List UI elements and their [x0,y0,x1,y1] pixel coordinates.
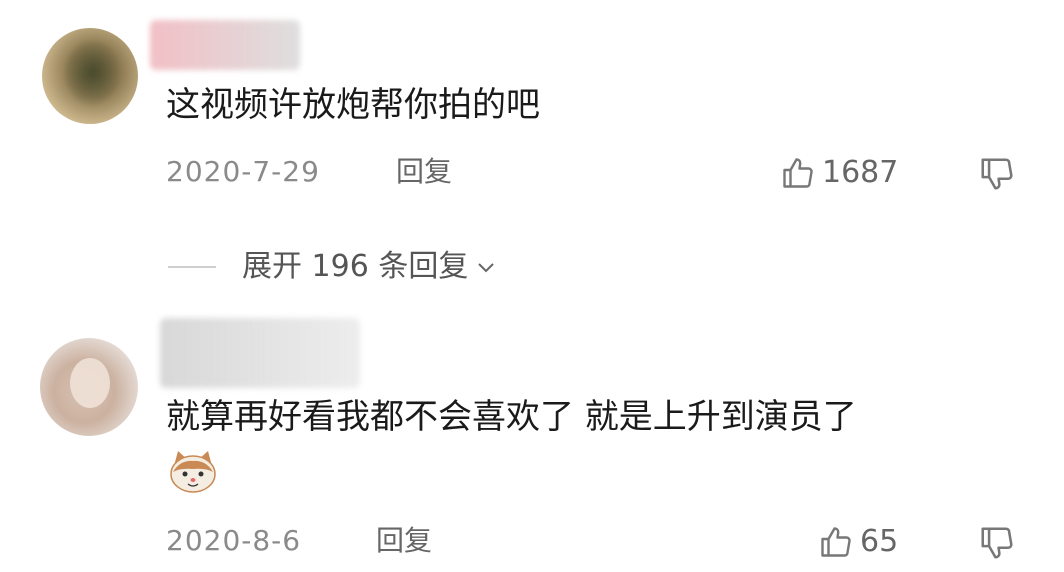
comment-text: 就算再好看我都不会喜欢了 就是上升到演员了 [166,397,857,437]
comment-text: 这视频许放炮帮你拍的吧 [166,85,540,125]
like-button[interactable]: 1687 [780,155,898,191]
username-blurred[interactable] [160,318,360,388]
avatar[interactable] [42,28,138,124]
like-count: 1687 [822,155,899,190]
username-blurred[interactable] [150,20,300,70]
thumbs-up-icon [821,527,851,557]
divider [168,266,216,268]
like-count: 65 [860,524,899,559]
reply-button[interactable]: 回复 [376,527,432,555]
comment-date: 2020-7-29 [166,155,320,188]
chevron-down-icon [478,263,495,273]
thumbs-down-icon[interactable] [978,524,1016,562]
cat-face-emoji [170,451,216,493]
reply-button[interactable]: 回复 [396,158,452,186]
comment-date: 2020-8-6 [166,524,302,557]
thumbs-up-icon [783,158,813,188]
avatar[interactable] [40,338,138,436]
thumbs-down-icon[interactable] [978,155,1016,193]
expand-replies-label: 展开 196 条回复 [242,249,469,284]
expand-replies-button[interactable]: 展开 196 条回复 [168,252,498,282]
like-button[interactable]: 65 [818,524,898,560]
